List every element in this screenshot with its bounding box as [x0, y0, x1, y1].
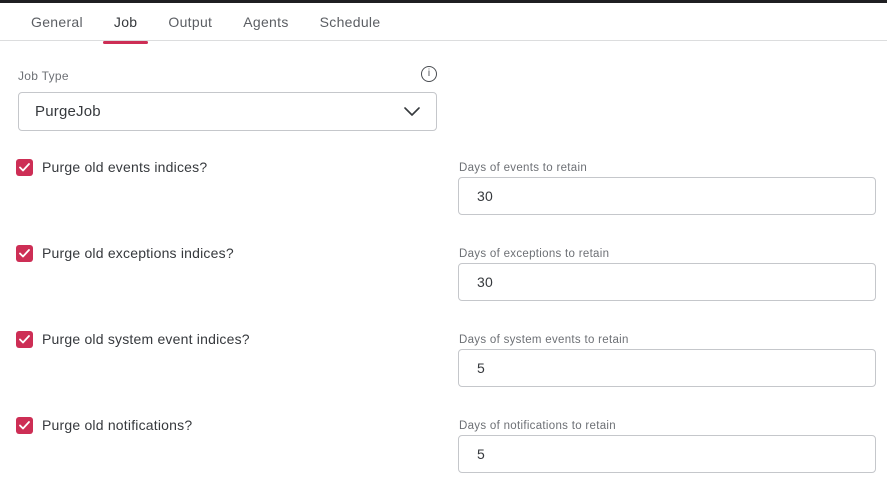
purge-system-events-label[interactable]: Purge old system event indices?	[42, 331, 250, 348]
events-retain-input[interactable]	[458, 177, 876, 215]
job-settings-screen: General Job Output Agents Schedule Job T…	[0, 0, 887, 492]
purge-exceptions-label[interactable]: Purge old exceptions indices?	[42, 245, 234, 262]
purge-exceptions-checkbox[interactable]	[16, 245, 33, 262]
purge-system-events-row: Purge old system event indices? Days of …	[0, 331, 887, 391]
purge-events-checkbox[interactable]	[16, 159, 33, 176]
tab-job[interactable]: Job	[103, 3, 148, 44]
tab-output[interactable]: Output	[157, 3, 223, 44]
tab-general[interactable]: General	[20, 3, 94, 44]
exceptions-retain-input[interactable]	[458, 263, 876, 301]
purge-system-events-checkbox[interactable]	[16, 331, 33, 348]
system-events-retain-label: Days of system events to retain	[459, 334, 629, 346]
info-icon[interactable]: i	[421, 66, 437, 82]
purge-notifications-row: Purge old notifications? Days of notific…	[0, 417, 887, 477]
tab-schedule[interactable]: Schedule	[309, 3, 392, 44]
events-retain-label: Days of events to retain	[459, 162, 587, 174]
purge-exceptions-row: Purge old exceptions indices? Days of ex…	[0, 245, 887, 305]
job-type-select[interactable]: PurgeJob	[18, 92, 437, 131]
check-icon	[19, 421, 30, 430]
check-icon	[19, 335, 30, 344]
notifications-retain-label: Days of notifications to retain	[459, 420, 616, 432]
job-type-selected-value: PurgeJob	[35, 103, 101, 120]
purge-notifications-checkbox[interactable]	[16, 417, 33, 434]
notifications-retain-input[interactable]	[458, 435, 876, 473]
check-icon	[19, 249, 30, 258]
tab-agents[interactable]: Agents	[232, 3, 299, 44]
check-icon	[19, 163, 30, 172]
job-type-label: Job Type	[18, 69, 69, 83]
chevron-down-icon	[404, 107, 420, 116]
exceptions-retain-label: Days of exceptions to retain	[459, 248, 609, 260]
purge-events-row: Purge old events indices? Days of events…	[0, 159, 887, 219]
system-events-retain-input[interactable]	[458, 349, 876, 387]
purge-notifications-label[interactable]: Purge old notifications?	[42, 417, 192, 434]
tab-bar-divider	[0, 40, 887, 41]
tab-bar: General Job Output Agents Schedule	[20, 3, 400, 44]
purge-events-label[interactable]: Purge old events indices?	[42, 159, 207, 176]
